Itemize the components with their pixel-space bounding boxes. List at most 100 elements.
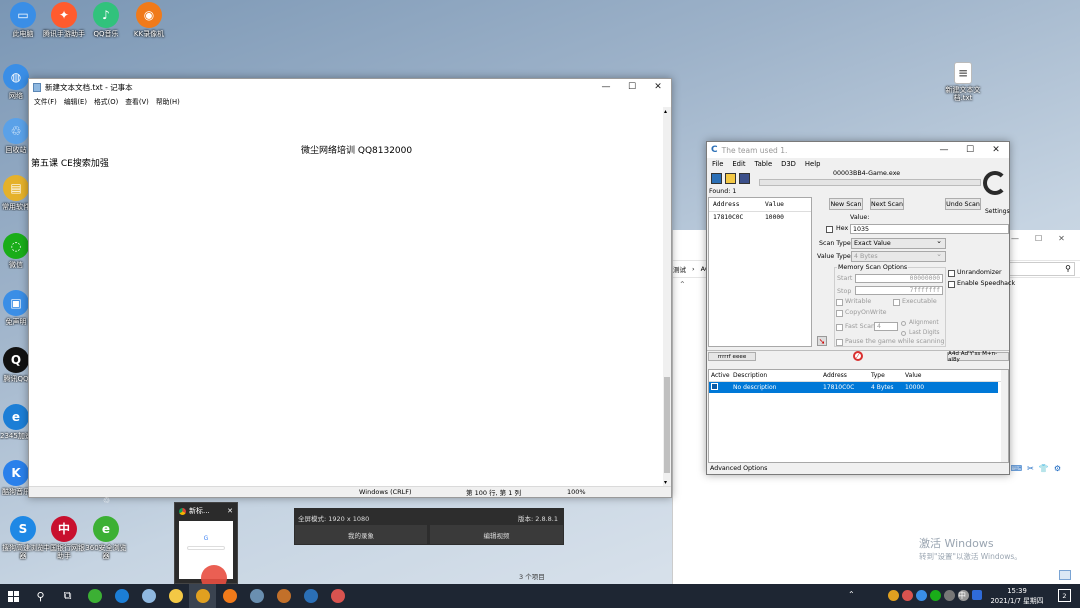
maximize-button[interactable]: ☐ <box>619 79 645 95</box>
save-icon[interactable] <box>739 173 750 184</box>
maximize-icon[interactable]: ☐ <box>1035 234 1042 243</box>
menu-item[interactable]: D3D <box>781 160 796 168</box>
ime-tool-icon[interactable]: 👕 <box>1039 464 1049 475</box>
column-header[interactable]: Value <box>905 372 921 379</box>
open-file-icon[interactable] <box>725 173 736 184</box>
taskbar-chrome[interactable] <box>189 584 216 608</box>
menu-item[interactable]: 编辑(E) <box>64 96 87 106</box>
next-scan-button[interactable]: Next Scan <box>870 198 904 210</box>
search-input[interactable]: ⚲ <box>1005 262 1075 276</box>
menu-item[interactable]: 文件(F) <box>34 96 57 106</box>
menu-item[interactable]: File <box>712 160 723 168</box>
start-address-input[interactable]: 00000000 <box>855 274 943 283</box>
vertical-scrollbar[interactable]: ▴ ▾ <box>663 107 671 486</box>
add-address-button[interactable]: A4d Ad'Y'ss M+n-al8y <box>947 351 1009 363</box>
taskbar-file-explorer[interactable] <box>162 584 189 608</box>
breadcrumb-part[interactable]: 测试 <box>673 264 686 274</box>
taskbar-app[interactable] <box>324 584 351 608</box>
details-view-icon[interactable] <box>1059 570 1071 580</box>
address-table[interactable]: Active Description Address Type Value No… <box>708 369 1009 463</box>
scan-type-select[interactable]: Exact Value <box>851 237 946 249</box>
hex-checkbox[interactable] <box>826 226 833 233</box>
desktop-icon[interactable]: ♪ QQ音乐 <box>83 2 129 38</box>
value-input[interactable]: 1035 <box>850 224 1009 234</box>
close-button[interactable]: ✕ <box>983 142 1009 158</box>
result-row[interactable]: 17810C0C 10000 <box>709 212 811 223</box>
memory-view-button[interactable]: rrrrrf eeee <box>708 352 756 361</box>
desktop-icon[interactable]: S 搜狗高速浏览器 <box>0 516 46 560</box>
alignment-radio[interactable] <box>901 321 906 326</box>
taskbar-search[interactable]: ⚲ <box>27 584 54 608</box>
close-icon[interactable]: ✕ <box>227 507 233 515</box>
scroll-up-icon[interactable]: ▴ <box>664 108 667 115</box>
stop-icon[interactable]: ⁄ <box>853 351 863 361</box>
ce-logo-icon[interactable] <box>981 171 1009 199</box>
tray-app-icon[interactable] <box>930 590 941 601</box>
speedhack-checkbox[interactable] <box>948 281 955 288</box>
clock[interactable]: 15:39 2021/1/7 星期四 <box>988 586 1046 606</box>
minimize-icon[interactable]: — <box>1011 234 1019 243</box>
ime-tool-icon[interactable]: ⚙ <box>1054 464 1061 475</box>
undo-scan-button[interactable]: Undo Scan <box>945 198 981 210</box>
close-button[interactable]: ✕ <box>645 79 671 95</box>
edit-video-button[interactable]: 编辑视频 <box>430 525 563 544</box>
advanced-options-link[interactable]: Advanced Options <box>710 465 767 472</box>
my-recordings-button[interactable]: 我的录象 <box>295 525 427 544</box>
network-icon[interactable] <box>944 590 955 601</box>
ime-tool-icon[interactable]: ✂ <box>1027 464 1034 475</box>
open-process-icon[interactable] <box>711 173 722 184</box>
scroll-down-icon[interactable]: ▾ <box>664 479 667 486</box>
column-header[interactable]: Address <box>713 201 765 208</box>
show-hidden-icons[interactable]: ⌃ <box>848 590 855 599</box>
taskbar-notepad[interactable] <box>135 584 162 608</box>
new-scan-button[interactable]: New Scan <box>829 198 863 210</box>
ime-tool-icon[interactable]: ⌨ <box>1011 464 1023 475</box>
taskbar-ie[interactable] <box>108 584 135 608</box>
menu-item[interactable]: Edit <box>732 160 745 168</box>
tray-app-icon[interactable] <box>902 590 913 601</box>
desktop-icon[interactable]: ◉ KK录像机 <box>126 2 172 38</box>
last-digits-radio[interactable] <box>901 331 906 336</box>
stop-address-input[interactable]: 7fffffff <box>855 286 943 295</box>
menu-item[interactable]: 格式(O) <box>94 96 118 106</box>
minimize-button[interactable]: — <box>931 142 957 158</box>
maximize-button[interactable]: ☐ <box>957 142 983 158</box>
pointer-scan-icon[interactable]: ➘ <box>817 336 827 346</box>
ime-indicator[interactable]: 中 <box>958 590 966 601</box>
desktop-icon[interactable]: ≡ 新建文本文档.txt <box>940 62 986 102</box>
scan-results-list[interactable]: Address Value 17810C0C 10000 <box>708 197 812 347</box>
minimize-button[interactable]: — <box>593 79 619 95</box>
unrandomizer-checkbox[interactable] <box>948 270 955 277</box>
taskbar-task-view[interactable]: ⧉ <box>54 584 81 608</box>
column-header[interactable]: Description <box>733 372 823 379</box>
taskbar-kk-recorder[interactable] <box>216 584 243 608</box>
menu-item[interactable]: Table <box>755 160 773 168</box>
column-header[interactable]: Address <box>823 372 871 379</box>
scroll-thumb[interactable] <box>664 377 670 473</box>
expand-icon[interactable]: ⌃ <box>679 280 686 289</box>
notification-center-icon[interactable]: 2 <box>1058 589 1071 602</box>
taskbar-calculator[interactable] <box>243 584 270 608</box>
notepad-text-area[interactable]: 微尘网络培训 QQ8132000 第五课 CE搜索加强 <box>29 107 663 486</box>
active-checkbox[interactable] <box>711 383 718 390</box>
executable-checkbox[interactable] <box>893 299 900 306</box>
tray-app-icon[interactable] <box>888 590 899 601</box>
column-header[interactable]: Type <box>871 372 905 379</box>
settings-link[interactable]: Settings <box>985 208 1010 215</box>
menu-item[interactable]: Help <box>805 160 821 168</box>
desktop-icon[interactable]: ✦ 腾讯手游助手 <box>41 2 87 38</box>
chrome-taskbar-preview[interactable]: 新标... ✕ G <box>174 502 238 591</box>
value-type-select[interactable]: 4 Bytes <box>851 250 946 262</box>
column-header[interactable]: Active <box>711 372 733 379</box>
fast-scan-input[interactable]: 4 <box>874 322 898 331</box>
taskbar-game[interactable] <box>270 584 297 608</box>
fast-scan-checkbox[interactable] <box>836 324 843 331</box>
menu-item[interactable]: 帮助(H) <box>156 96 180 106</box>
close-icon[interactable]: ✕ <box>1058 234 1065 243</box>
sogou-tray-icon[interactable] <box>972 590 982 600</box>
desktop-icon[interactable]: 中中国银行网银助手 <box>41 516 87 560</box>
pause-game-checkbox[interactable] <box>836 339 843 346</box>
taskbar-cheat-engine[interactable] <box>297 584 324 608</box>
menu-item[interactable]: 查看(V) <box>125 96 149 106</box>
vertical-scrollbar[interactable] <box>1001 370 1008 462</box>
